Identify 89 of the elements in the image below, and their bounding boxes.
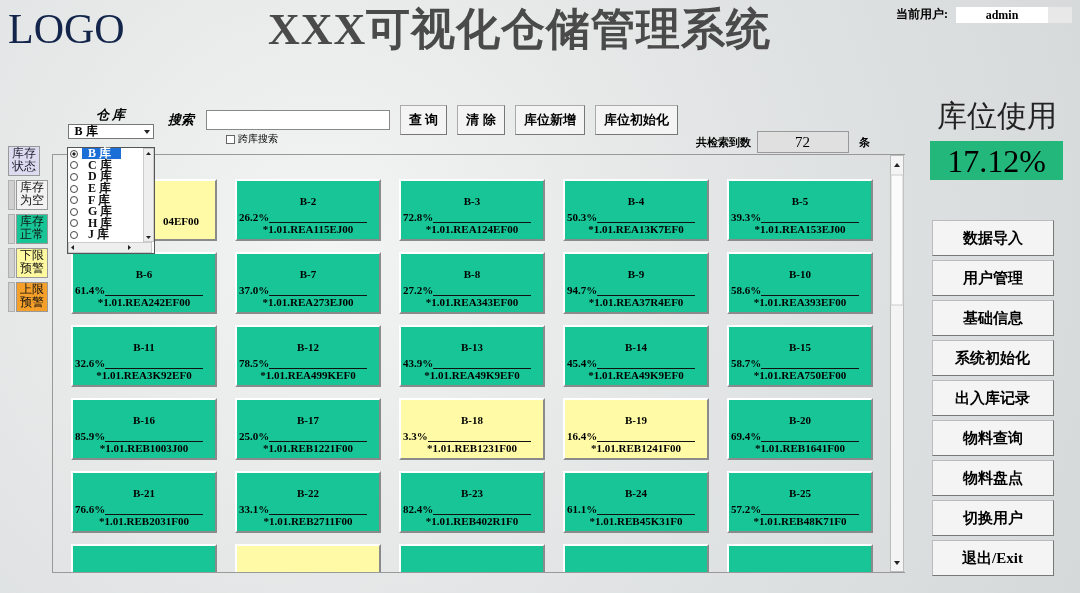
legend-item: 上限预警: [16, 282, 48, 312]
tile-percent: 37.0%: [239, 284, 270, 296]
search-label: 搜索: [168, 111, 194, 129]
tile-percent: 32.6%: [75, 357, 106, 369]
tile-percent: 57.2%: [731, 503, 762, 515]
tile-name: B-7: [298, 268, 318, 280]
tile-percent: 82.4%: [403, 503, 434, 515]
tile-code: *1.01.REA273EJ00: [261, 296, 355, 308]
count-label: 共检索到数: [695, 134, 751, 150]
tile-code: *1.01.REB1641F00: [754, 442, 846, 454]
tile-name: B-18: [460, 414, 484, 426]
tile-code: *1.01.REB402R1F0: [424, 515, 520, 527]
tile-name: B-10: [788, 268, 812, 280]
tile-percent: 50.3%: [567, 211, 598, 223]
tile-code: *1.01.REB48K71F0: [752, 515, 848, 527]
tile-name: B-4: [626, 195, 646, 207]
legend-item: 下限预警: [16, 248, 48, 278]
tile-name: B-15: [788, 341, 812, 353]
app-title: XXX可视化仓储管理系统: [268, 8, 773, 52]
tile-code: *1.01.REA115EJ00: [261, 223, 355, 235]
legend-title: 库存状态: [8, 146, 40, 176]
tile-percent: 39.3%: [731, 211, 762, 223]
tile-name: B-25: [788, 487, 812, 499]
tile-code: *1.01.REA49K9EF0: [423, 369, 521, 381]
user-label: 当前用户:: [896, 6, 948, 23]
tile-code: *1.01.REB1221F00: [262, 442, 354, 454]
tile-percent: 69.4%: [731, 430, 762, 442]
tile-code: *1.01.REA343EF00: [424, 296, 520, 308]
tile-percent: 43.9%: [403, 357, 434, 369]
tile-code: *1.01.REA750EF00: [752, 369, 848, 381]
count-field: 72: [756, 131, 849, 153]
tile-name: B-8: [462, 268, 482, 280]
count-unit: 条: [858, 134, 870, 150]
tile-code: *1.01.REA37R4EF0: [587, 296, 685, 308]
tile-code: *1.01.REB1003J00: [98, 442, 190, 454]
tile-code: 04EF00: [162, 215, 200, 227]
tile-name: B-23: [460, 487, 484, 499]
tile-name: B-9: [626, 268, 646, 280]
tile-code: *1.01.REA124EF00: [424, 223, 520, 235]
tile-name: B-3: [462, 195, 482, 207]
tile-code: *1.01.REA49K9EF0: [587, 369, 685, 381]
tile-code: *1.01.REA3K92EF0: [95, 369, 193, 381]
tile-percent: 61.1%: [567, 503, 598, 515]
tile-name: B-19: [624, 414, 648, 426]
cross-search-label: 跨库搜索: [238, 132, 278, 146]
tile-percent: 85.9%: [75, 430, 106, 442]
tile-percent: 58.6%: [731, 284, 762, 296]
tile-name: B-16: [132, 414, 156, 426]
tile-code: *1.01.REA393EF00: [752, 296, 848, 308]
tile-code: *1.01.REB2711F00: [262, 515, 354, 527]
tile-percent: 26.2%: [239, 211, 270, 223]
tile-code: *1.01.REA153EJ00: [753, 223, 847, 235]
tile-percent: 16.4%: [567, 430, 598, 442]
tile-name: B-6: [134, 268, 154, 280]
tile-code: *1.01.REB1241F00: [590, 442, 682, 454]
tile-name: B-5: [790, 195, 810, 207]
tile-name: B-12: [296, 341, 320, 353]
warehouse-label: 仓 库: [95, 106, 126, 124]
tile-percent: 72.8%: [403, 211, 434, 223]
tile-name: B-11: [132, 341, 156, 353]
usage-label: 库位使用: [936, 98, 1057, 134]
tile-percent: 76.6%: [75, 503, 106, 515]
tile-percent: 25.0%: [239, 430, 270, 442]
tile-code: *1.01.REA499KEF0: [259, 369, 357, 381]
tile-name: B-20: [788, 414, 812, 426]
tile-percent: 3.3%: [403, 430, 428, 442]
tile-percent: 61.4%: [75, 284, 106, 296]
tile-percent: 33.1%: [239, 503, 270, 515]
usage-value: 17.12%: [930, 141, 1063, 180]
tile-percent: 45.4%: [567, 357, 598, 369]
tile-percent: 94.7%: [567, 284, 598, 296]
logo-text: LOGO: [8, 8, 126, 50]
tile-name: B-13: [460, 341, 484, 353]
tile-code: *1.01.REA13K7EF0: [587, 223, 685, 235]
tile-name: B-17: [296, 414, 320, 426]
tile-percent: 27.2%: [403, 284, 434, 296]
legend-item: 库存为空: [16, 180, 48, 210]
tile-name: B-2: [298, 195, 318, 207]
tile-code: *1.01.REB45K31F0: [588, 515, 684, 527]
tile-name: B-24: [624, 487, 648, 499]
tile-name: B-21: [132, 487, 156, 499]
tile-percent: 58.7%: [731, 357, 762, 369]
tile-code: *1.01.REA242EF00: [96, 296, 192, 308]
tile-code: *1.01.REB1231F00: [426, 442, 518, 454]
tile-name: B-22: [296, 487, 320, 499]
tile-name: B-14: [624, 341, 648, 353]
legend-item: 库存正常: [16, 214, 48, 244]
tile-code: *1.01.REB2031F00: [98, 515, 190, 527]
tile-percent: 78.5%: [239, 357, 270, 369]
